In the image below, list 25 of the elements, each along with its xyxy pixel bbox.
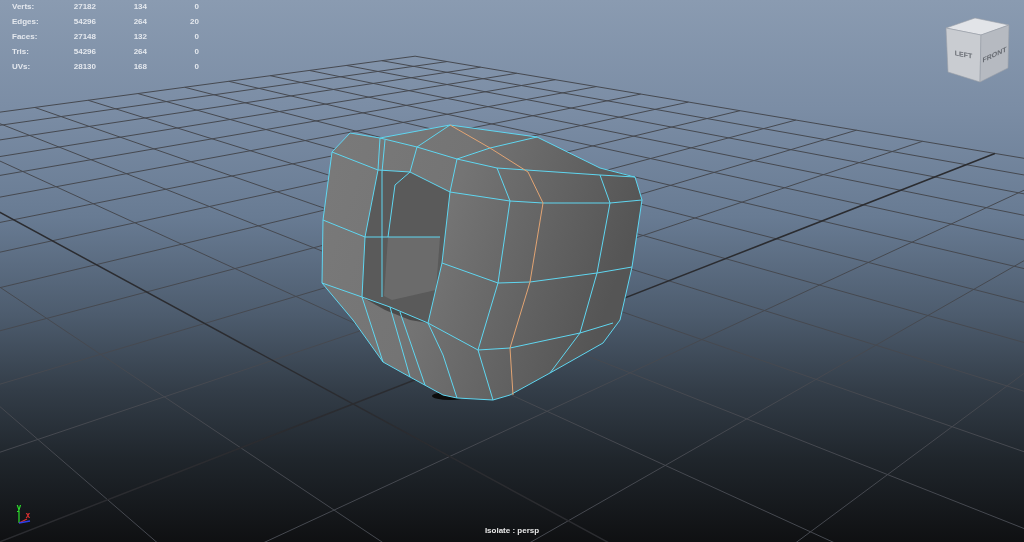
stat-value: 27182 — [72, 1, 96, 13]
stat-label: Tris: — [12, 46, 30, 58]
axis-label: x — [25, 511, 31, 520]
camera-label: Isolate : persp — [484, 526, 540, 536]
stat-value: 28130 — [72, 61, 96, 73]
axis-gizmo-icon — [18, 510, 31, 524]
stat-value: 0 — [193, 46, 199, 58]
stat-value: 54296 — [72, 16, 96, 28]
stat-label: Faces: — [12, 31, 39, 43]
stat-value: 132 — [132, 31, 147, 43]
stat-value: 27148 — [72, 31, 96, 43]
stat-value: 0 — [193, 61, 199, 73]
stat-value: 0 — [193, 1, 199, 13]
stat-value: 20 — [189, 16, 199, 28]
stat-value: 264 — [132, 16, 147, 28]
view-cube[interactable] — [945, 17, 1010, 83]
axis-label: y — [16, 503, 22, 512]
stat-value: 134 — [132, 1, 147, 13]
stat-label: UVs: — [12, 61, 32, 73]
stat-label: Verts: — [12, 1, 36, 13]
stat-value: 0 — [193, 31, 199, 43]
stat-value: 54296 — [72, 46, 96, 58]
stat-value: 168 — [132, 61, 147, 73]
stat-label: Edges: — [12, 16, 40, 28]
stat-value: 264 — [132, 46, 147, 58]
